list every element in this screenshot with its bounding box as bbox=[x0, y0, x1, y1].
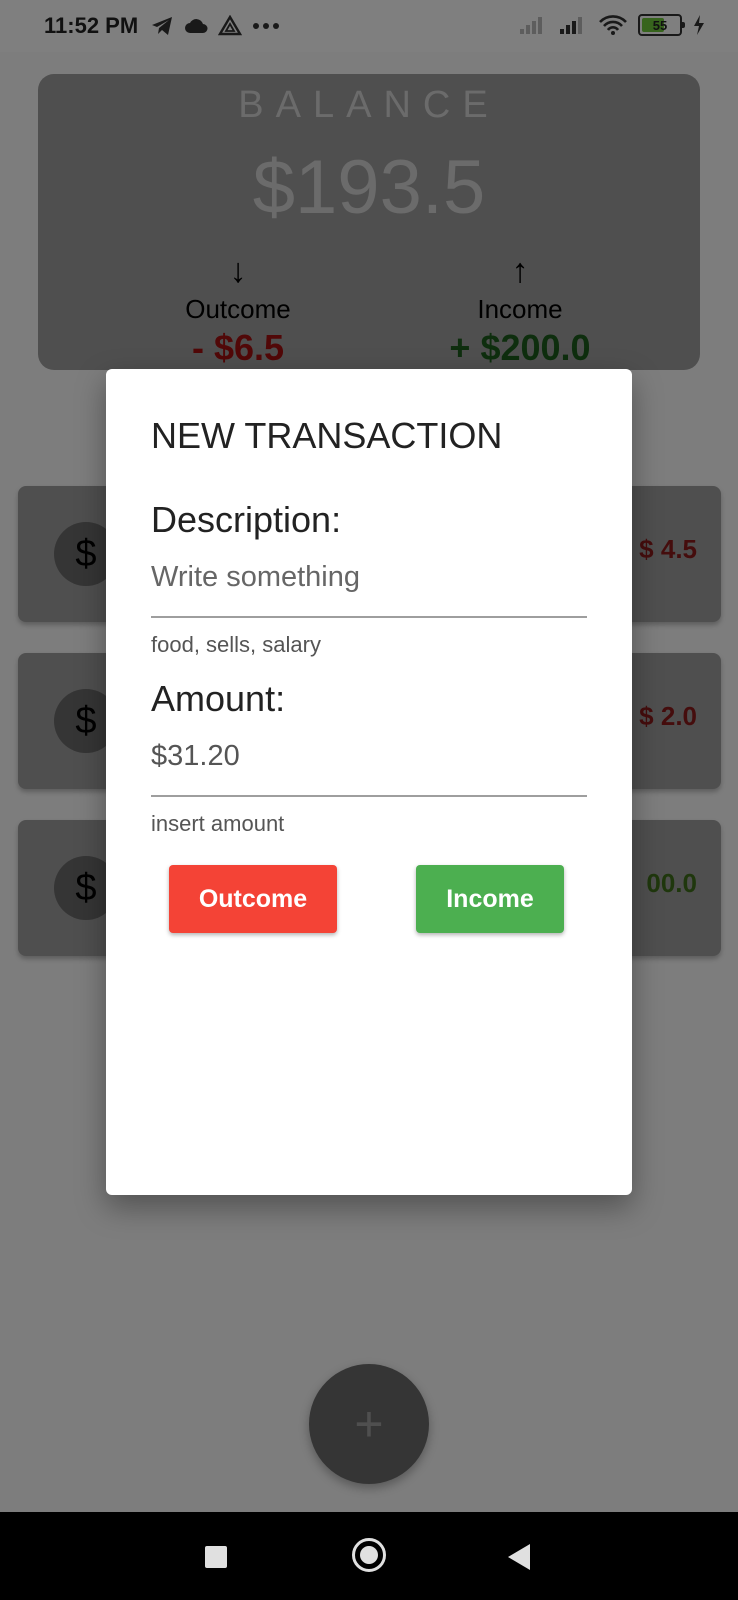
description-input[interactable] bbox=[151, 541, 587, 618]
outcome-button[interactable]: Outcome bbox=[169, 865, 337, 933]
navigation-bar bbox=[0, 1512, 738, 1600]
amount-label: Amount: bbox=[151, 678, 286, 719]
back-icon[interactable] bbox=[508, 1544, 530, 1570]
description-label: Description: bbox=[151, 499, 342, 540]
new-transaction-dialog: NEW TRANSACTION Description: food, sells… bbox=[106, 369, 632, 1195]
amount-input[interactable] bbox=[151, 720, 587, 797]
recents-icon[interactable] bbox=[205, 1546, 227, 1568]
amount-hint: insert amount bbox=[151, 811, 285, 836]
dialog-actions: Outcome Income bbox=[151, 865, 587, 935]
home-icon[interactable] bbox=[352, 1538, 386, 1572]
income-button[interactable]: Income bbox=[416, 865, 564, 933]
description-hint: food, sells, salary bbox=[151, 632, 321, 657]
dialog-title: NEW TRANSACTION bbox=[151, 415, 503, 456]
